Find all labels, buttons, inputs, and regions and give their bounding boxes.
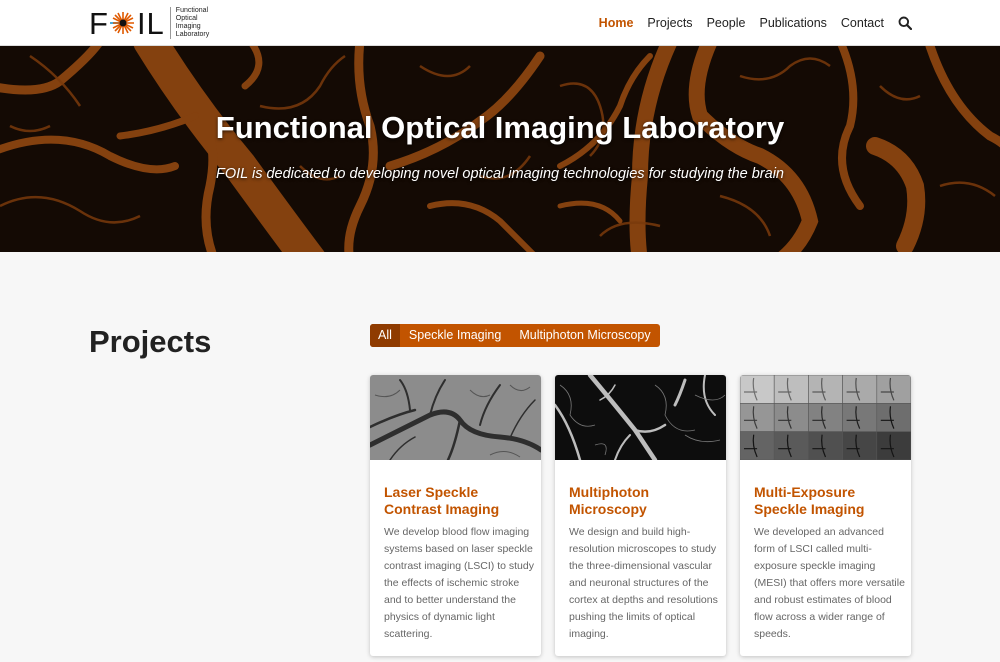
mesi-tile [876,375,911,404]
mesi-tile [808,431,843,460]
logo-subtitle-line: Optical [175,15,198,22]
hero-banner: Functional Optical Imaging Laboratory FO… [0,46,1000,252]
logo-subtitle: Functional Optical Imaging Laboratory [176,7,209,39]
mesi-tile [876,403,911,432]
card-description: We develop blood flow imaging systems ba… [384,526,534,640]
nav-publications[interactable]: Publications [760,16,827,30]
starburst-icon [109,10,136,36]
navbar: F IL Functional Optical Imaging Laborato… [0,0,1000,46]
main-nav: Home Projects People Publications Contac… [585,0,912,46]
logo-subtitle-line: Imaging [175,23,201,30]
logo-wordmark: F IL [89,8,165,39]
hero-subtitle: FOIL is dedicated to developing novel op… [215,166,784,182]
mesi-tile [808,375,843,404]
card-title[interactable]: Multiphoton Microscopy [569,484,719,518]
mesi-tile [773,403,809,432]
nav-projects[interactable]: Projects [647,16,692,30]
nav-contact[interactable]: Contact [841,16,884,30]
filter-speckle-imaging[interactable]: Speckle Imaging [400,324,510,347]
card-image-multiphoton [555,375,726,460]
mesi-tile [842,431,878,460]
nav-home[interactable]: Home [599,16,634,30]
card-title[interactable]: Laser Speckle Contrast Imaging [384,484,534,518]
filter-all[interactable]: All [370,324,400,347]
search-icon[interactable] [898,16,912,30]
logo-letters-il: IL [136,5,165,41]
logo-divider [169,7,171,39]
mesi-tile [773,375,809,404]
mesi-tile [808,403,843,432]
card-image-mesi [740,375,911,460]
mesi-tile [740,431,775,460]
project-card-mesi[interactable]: Multi-Exposure Speckle Imaging We develo… [740,375,911,656]
mesi-tile [740,375,775,404]
card-description: We developed an advanced form of LSCI ca… [754,526,905,640]
mesi-tile [842,375,878,404]
mesi-tile [876,431,911,460]
logo[interactable]: F IL Functional Optical Imaging Laborato… [89,6,209,40]
nav-people[interactable]: People [707,16,746,30]
logo-subtitle-line: Functional [175,7,209,14]
logo-subtitle-line: Laboratory [175,31,210,38]
hero-vessel-image [0,46,1000,252]
project-filter-group: All Speckle Imaging Multiphoton Microsco… [370,324,660,347]
project-card-multiphoton[interactable]: Multiphoton Microscopy We design and bui… [555,375,726,656]
hero-title: Functional Optical Imaging Laboratory [215,110,785,145]
filter-multiphoton-microscopy[interactable]: Multiphoton Microscopy [510,324,659,347]
card-image-lsci [370,375,541,460]
projects-heading: Projects [89,324,212,359]
logo-letter-f: F [89,5,109,41]
mesi-tile [740,403,775,432]
project-card-lsci[interactable]: Laser Speckle Contrast Imaging We develo… [370,375,541,656]
card-description: We design and build high-resolution micr… [569,526,718,640]
mesi-tile [842,403,878,432]
card-title[interactable]: Multi-Exposure Speckle Imaging [754,484,904,518]
mesi-tile [773,431,809,460]
